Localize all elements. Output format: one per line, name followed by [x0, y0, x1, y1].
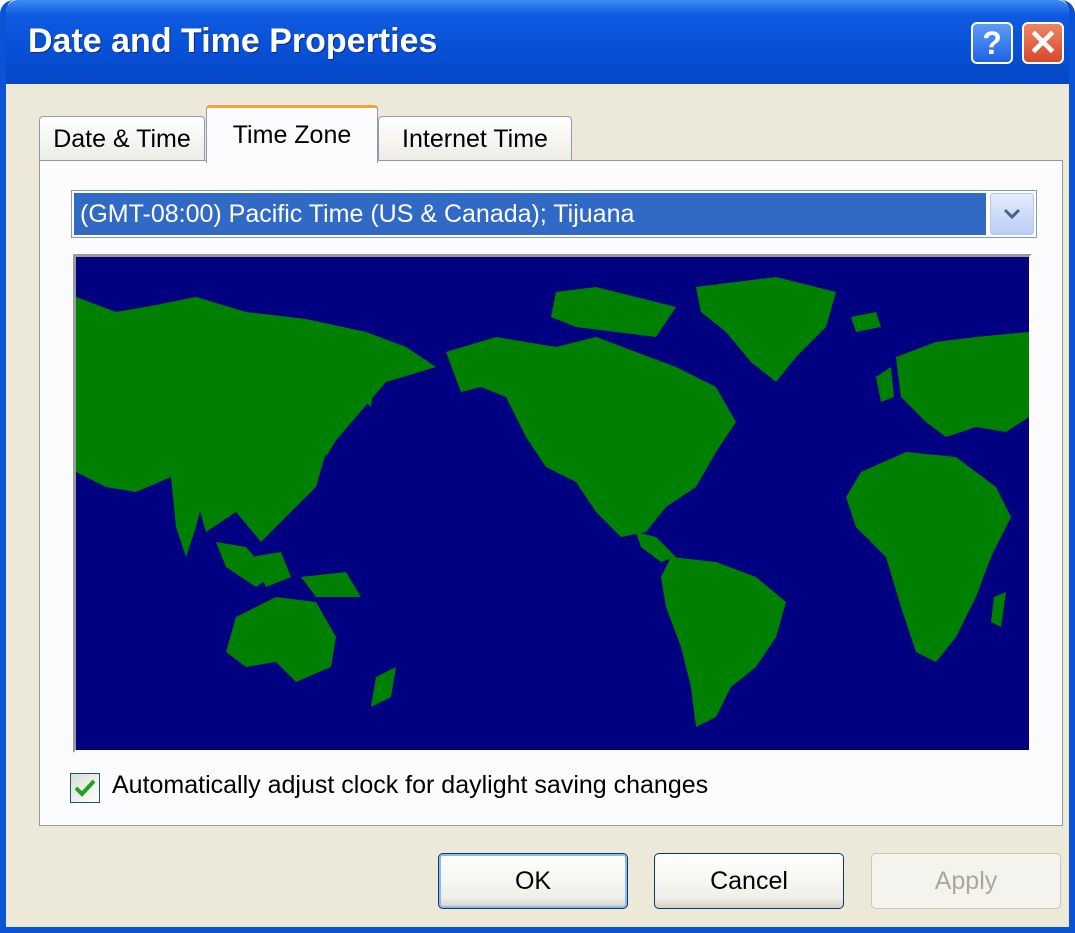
daylight-saving-label[interactable]: Automatically adjust clock for daylight … [112, 771, 708, 800]
title-bar[interactable]: Date and Time Properties ? ✕ [6, 0, 1069, 84]
help-button[interactable]: ? [971, 22, 1013, 64]
time-zone-dropdown-button[interactable] [990, 193, 1034, 235]
world-map-image [76, 257, 1029, 750]
tab-time-zone[interactable]: Time Zone [206, 105, 378, 163]
chevron-down-icon [1003, 208, 1021, 220]
daylight-saving-checkbox[interactable] [70, 773, 100, 803]
cancel-button[interactable]: Cancel [654, 853, 844, 909]
world-map [73, 254, 1032, 753]
ok-button[interactable]: OK [438, 853, 628, 909]
apply-button[interactable]: Apply [871, 853, 1061, 909]
checkmark-icon [74, 779, 96, 797]
tab-date-time[interactable]: Date & Time [39, 116, 205, 162]
dialog-window: Date and Time Properties ? ✕ Date & Time… [0, 0, 1075, 933]
time-zone-panel: (GMT-08:00) Pacific Time (US & Canada); … [39, 160, 1063, 826]
close-icon: ✕ [1027, 22, 1059, 63]
close-button[interactable]: ✕ [1022, 22, 1064, 64]
window-title: Date and Time Properties [28, 22, 438, 60]
tab-internet-time[interactable]: Internet Time [378, 116, 572, 162]
time-zone-selected-value[interactable]: (GMT-08:00) Pacific Time (US & Canada); … [74, 193, 986, 235]
time-zone-select[interactable]: (GMT-08:00) Pacific Time (US & Canada); … [71, 190, 1037, 238]
